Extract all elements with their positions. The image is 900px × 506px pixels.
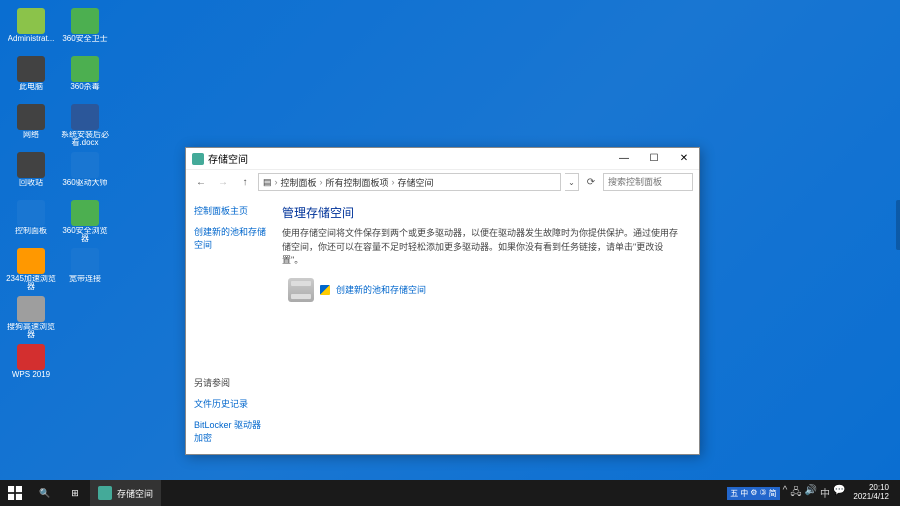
sidebar-file-history[interactable]: 文件历史记录 xyxy=(194,397,268,410)
desktop-icon[interactable] xyxy=(60,294,110,340)
sidebar-bitlocker[interactable]: BitLocker 驱动器加密 xyxy=(194,418,268,444)
drives-icon xyxy=(288,278,314,302)
desktop-icon-label: 360驱动大师 xyxy=(62,179,107,188)
desktop-icon-image xyxy=(17,152,45,178)
titlebar: 存储空间 — ☐ ✕ xyxy=(186,148,699,170)
content-pane: 管理存储空间 使用存储空间将文件保存到两个或更多驱动器，以便在驱动器发生故障时为… xyxy=(276,194,699,454)
breadcrumb[interactable]: ▤ › 控制面板 › 所有控制面板项 › 存储空间 xyxy=(258,173,561,191)
sidebar-see-also: 另请参阅 xyxy=(194,376,268,389)
desktop-icon[interactable]: WPS 2019 xyxy=(6,342,56,388)
breadcrumb-dropdown[interactable]: ⌄ xyxy=(565,173,579,191)
control-panel-window: 存储空间 — ☐ ✕ ← → ↑ ▤ › 控制面板 › 所有控制面板项 › 存储… xyxy=(185,147,700,455)
tray-network-icon[interactable]: 🖧 xyxy=(790,485,801,502)
desktop-icon-label: 360杀毒 xyxy=(70,83,99,92)
desktop-icon-label: 控制面板 xyxy=(15,227,47,236)
desktop-icon[interactable]: Administrat... xyxy=(6,6,56,52)
shield-icon xyxy=(320,285,330,295)
desktop-icon[interactable]: 360驱动大师 xyxy=(60,150,110,196)
taskbar: 🔍 ⊞ 存储空间 五中⚙③简 ^ 🖧 🔊 中 💬 20:10 2021/4/12 xyxy=(0,480,900,506)
desktop-icon[interactable]: 宽带连接 xyxy=(60,246,110,292)
desktop-icon-image xyxy=(71,296,99,322)
desktop-icon[interactable]: 360杀毒 xyxy=(60,54,110,100)
desktop-icon[interactable]: 系统安装后必看.docx xyxy=(60,102,110,148)
desktop-icon-image xyxy=(71,152,99,178)
desktop-icon-label: 网络 xyxy=(23,131,39,140)
content-title: 管理存储空间 xyxy=(282,204,679,221)
window-icon xyxy=(192,153,204,165)
taskbar-app-storage[interactable]: 存储空间 xyxy=(90,480,161,506)
minimize-button[interactable]: — xyxy=(609,148,639,170)
create-pool-link[interactable]: 创建新的池和存储空间 xyxy=(336,283,426,296)
desktop-icon[interactable]: 此电脑 xyxy=(6,54,56,100)
desktop-icon-label: 此电脑 xyxy=(19,83,43,92)
desktop-icon[interactable]: 2345加速浏览器 xyxy=(6,246,56,292)
close-button[interactable]: ✕ xyxy=(669,148,699,170)
desktop-icon[interactable]: 搜狗高速浏览器 xyxy=(6,294,56,340)
desktop-icon-label: Administrat... xyxy=(8,35,55,44)
desktop-icon-image xyxy=(17,296,45,322)
desktop-icon-image xyxy=(71,8,99,34)
taskbar-app-label: 存储空间 xyxy=(117,487,153,500)
navbar: ← → ↑ ▤ › 控制面板 › 所有控制面板项 › 存储空间 ⌄ ⟳ xyxy=(186,170,699,194)
tray-up-icon[interactable]: ^ xyxy=(783,485,788,502)
desktop-icon-image xyxy=(71,248,99,274)
desktop-icons-grid: Administrat... 360安全卫士此电脑 360杀毒网络 系统安装后必看.d… xyxy=(6,6,110,388)
bc-1[interactable]: 控制面板 xyxy=(281,176,317,189)
forward-button[interactable]: → xyxy=(214,173,232,191)
bc-2[interactable]: 所有控制面板项 xyxy=(326,176,389,189)
up-button[interactable]: ↑ xyxy=(236,173,254,191)
desktop-icon[interactable]: 360安全卫士 xyxy=(60,6,110,52)
desktop-icon-image xyxy=(17,104,45,130)
task-view-button[interactable]: ⊞ xyxy=(60,480,90,506)
sidebar-create[interactable]: 创建新的池和存储空间 xyxy=(194,225,268,251)
start-button[interactable] xyxy=(0,480,30,506)
side-handle[interactable] xyxy=(896,200,900,250)
back-button[interactable]: ← xyxy=(192,173,210,191)
maximize-button[interactable]: ☐ xyxy=(639,148,669,170)
desktop-icon-label: 搜狗高速浏览器 xyxy=(6,323,56,340)
refresh-button[interactable]: ⟳ xyxy=(583,174,599,190)
tray-notification-icon[interactable]: 💬 xyxy=(833,485,845,502)
ime-bar[interactable]: 五中⚙③简 xyxy=(727,487,779,500)
window-title: 存储空间 xyxy=(208,151,609,166)
desktop-icon[interactable]: 控制面板 xyxy=(6,198,56,244)
sidebar: 控制面板主页 创建新的池和存储空间 另请参阅 文件历史记录 BitLocker … xyxy=(186,194,276,454)
desktop-icon-label: 2345加速浏览器 xyxy=(6,275,56,292)
taskbar-clock[interactable]: 20:10 2021/4/12 xyxy=(848,484,894,502)
desktop-icon-label: 回收站 xyxy=(19,179,43,188)
sidebar-home[interactable]: 控制面板主页 xyxy=(194,204,268,217)
desktop-icon-label: 宽带连接 xyxy=(69,275,101,284)
desktop-icon-image xyxy=(17,248,45,274)
desktop-icon-image xyxy=(71,104,99,130)
taskbar-app-icon xyxy=(98,486,112,500)
bc-icon: ▤ xyxy=(263,177,272,188)
desktop-icon-image xyxy=(71,200,99,226)
tray-volume-icon[interactable]: 🔊 xyxy=(805,485,817,502)
desktop-icon-image xyxy=(17,200,45,226)
search-input[interactable] xyxy=(603,173,693,191)
desktop-icon-label: WPS 2019 xyxy=(12,371,50,380)
desktop-icon-image xyxy=(17,344,45,370)
desktop-icon-image xyxy=(17,8,45,34)
desktop-icon-label: 360安全卫士 xyxy=(62,35,107,44)
desktop-icon-label: 360安全浏览器 xyxy=(60,227,110,244)
desktop-icon-image xyxy=(17,56,45,82)
taskbar-search-button[interactable]: 🔍 xyxy=(30,480,60,506)
desktop-icon[interactable]: 回收站 xyxy=(6,150,56,196)
desktop-icon-label: 系统安装后必看.docx xyxy=(60,131,110,148)
desktop-icon-image xyxy=(71,56,99,82)
tray-ime-icon[interactable]: 中 xyxy=(820,485,830,502)
bc-3[interactable]: 存储空间 xyxy=(398,176,434,189)
desktop-icon[interactable]: 网络 xyxy=(6,102,56,148)
desktop: Administrat... 360安全卫士此电脑 360杀毒网络 系统安装后必看.d… xyxy=(0,0,900,506)
content-description: 使用存储空间将文件保存到两个或更多驱动器，以便在驱动器发生故障时为你提供保护。通… xyxy=(282,227,679,268)
system-tray: 五中⚙③简 ^ 🖧 🔊 中 💬 20:10 2021/4/12 xyxy=(721,484,900,502)
desktop-icon[interactable]: 360安全浏览器 xyxy=(60,198,110,244)
